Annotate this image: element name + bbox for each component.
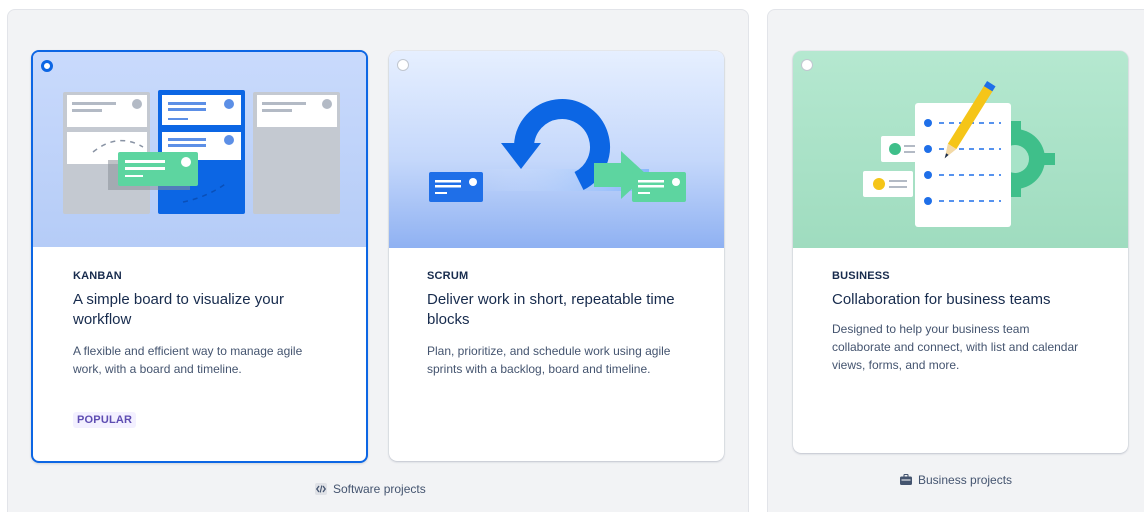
kanban-illustration: [33, 52, 366, 247]
business-title: Collaboration for business teams: [832, 291, 1051, 308]
business-projects-text: Business projects: [918, 473, 1013, 487]
kanban-card-body: KANBAN A simple board to visualize your …: [33, 270, 366, 428]
scrum-description: Plan, prioritize, and schedule work usin…: [427, 344, 671, 376]
business-projects-group: BUSINESS Collaboration for business team…: [767, 9, 1144, 512]
kanban-radio[interactable]: [41, 60, 53, 72]
business-card-body: BUSINESS Collaboration for business team…: [793, 270, 1128, 374]
code-icon: [315, 483, 327, 495]
software-projects-text: Software projects: [333, 482, 426, 496]
scrum-radio[interactable]: [397, 59, 409, 71]
sprint-cycle-icon: [429, 99, 686, 202]
software-projects-label: Software projects: [315, 482, 426, 496]
scrum-title: Deliver work in short, repeatable time b…: [427, 291, 675, 328]
software-projects-group: KANBAN A simple board to visualize your …: [7, 9, 749, 512]
kanban-template-card[interactable]: KANBAN A simple board to visualize your …: [31, 50, 368, 463]
business-checklist-icon: [863, 81, 1055, 227]
business-illustration: [793, 51, 1128, 248]
kanban-title: A simple board to visualize your workflo…: [73, 291, 284, 328]
briefcase-icon: [900, 474, 912, 485]
kanban-board-icon: [63, 90, 340, 214]
business-template-card[interactable]: BUSINESS Collaboration for business team…: [793, 51, 1128, 453]
kanban-description: A flexible and efficient way to manage a…: [73, 344, 303, 376]
popular-badge: POPULAR: [73, 412, 137, 428]
business-description: Designed to help your business team coll…: [832, 322, 1079, 372]
business-eyebrow: BUSINESS: [832, 270, 890, 282]
scrum-card-body: SCRUM Deliver work in short, repeatable …: [389, 270, 724, 378]
kanban-eyebrow: KANBAN: [73, 270, 122, 282]
scrum-illustration: [389, 51, 724, 248]
scrum-template-card[interactable]: SCRUM Deliver work in short, repeatable …: [389, 51, 724, 461]
business-radio[interactable]: [801, 59, 813, 71]
scrum-eyebrow: SCRUM: [427, 270, 469, 282]
business-projects-label: Business projects: [900, 473, 1012, 487]
